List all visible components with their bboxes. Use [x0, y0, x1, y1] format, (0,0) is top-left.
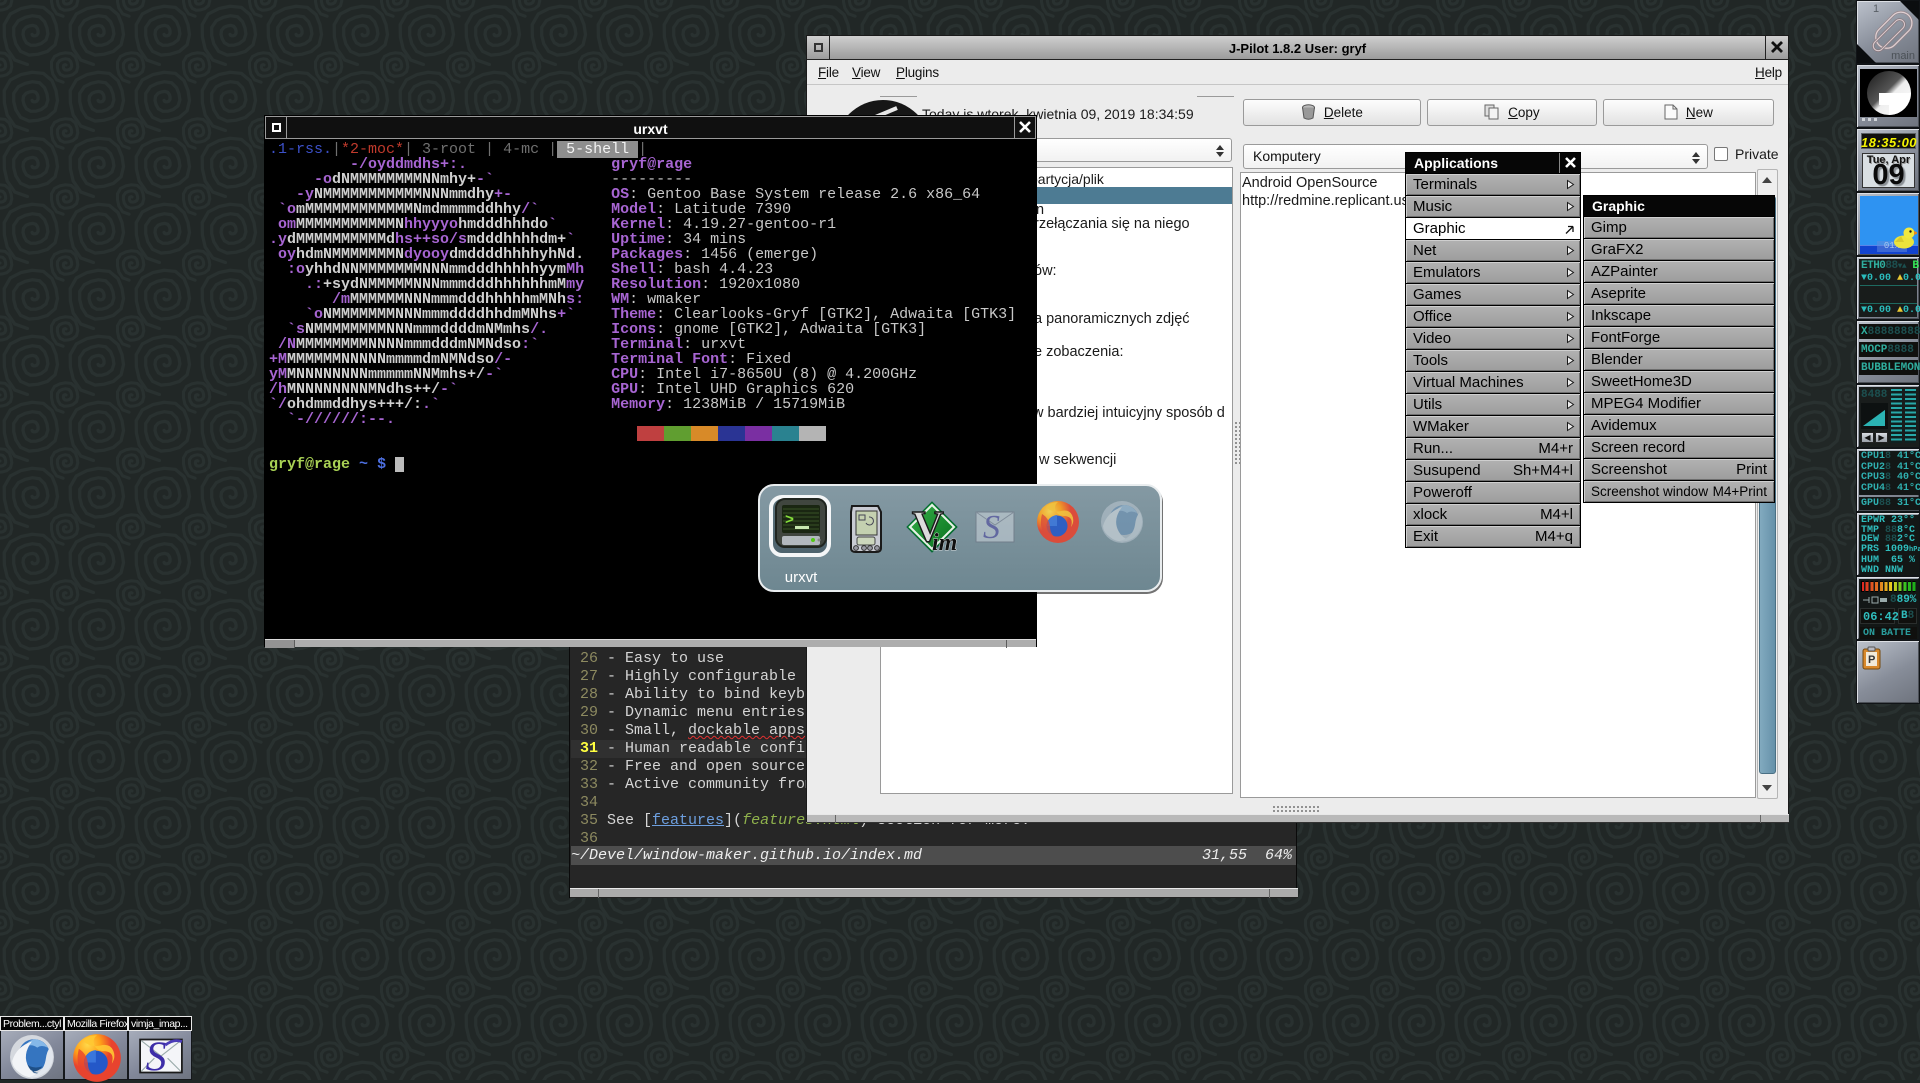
- svg-text:S: S: [146, 1038, 167, 1074]
- svg-text:P: P: [1868, 654, 1875, 666]
- svg-text:>: >: [785, 512, 794, 529]
- svg-text:im: im: [932, 530, 957, 553]
- svg-text:S: S: [983, 511, 1000, 543]
